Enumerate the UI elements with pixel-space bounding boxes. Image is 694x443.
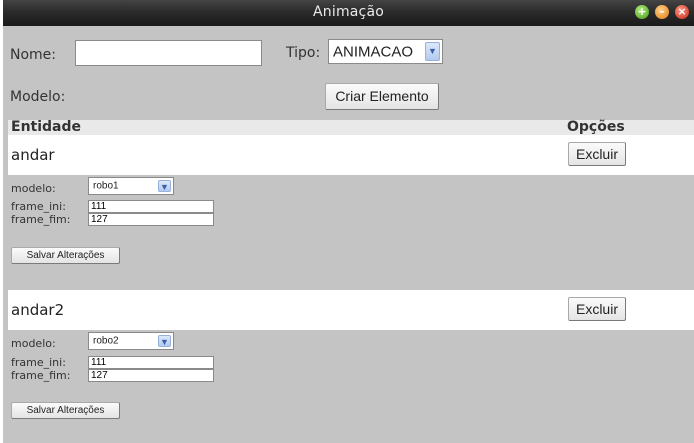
frame-ini-label: frame_ini: <box>11 356 66 369</box>
frame-fim-input[interactable]: 127 <box>88 369 214 382</box>
title-bar[interactable]: Animação + – × <box>3 0 694 26</box>
entity-name: andar <box>11 146 55 164</box>
modelo-select-value: robo1 <box>93 180 119 192</box>
modelo-select-value: robo2 <box>93 335 119 347</box>
modelo-select[interactable]: robo2 ▼ <box>88 332 174 350</box>
tipo-label: Tipo: <box>286 45 321 61</box>
modelo-label: Modelo: <box>10 89 66 105</box>
chevron-down-icon[interactable]: ▼ <box>158 335 171 347</box>
minimize-icon[interactable]: – <box>655 5 669 19</box>
frame-ini-label: frame_ini: <box>11 200 66 213</box>
modelo-field-label: modelo: <box>11 337 56 350</box>
modelo-select[interactable]: robo1 ▼ <box>88 177 174 195</box>
tipo-select-value: ANIMACAO <box>333 43 414 60</box>
animation-window: Animação + – × Nome: Tipo: ANIMACAO ▼ Mo… <box>3 0 694 443</box>
column-opcoes: Opções <box>567 119 625 135</box>
frame-ini-input[interactable]: 111 <box>88 356 214 369</box>
entity-row: andar2 Excluir <box>8 290 694 330</box>
column-entidade: Entidade <box>11 119 82 135</box>
chevron-down-icon[interactable]: ▼ <box>158 180 171 192</box>
frame-fim-label: frame_fim: <box>11 213 71 226</box>
entity-name: andar2 <box>11 301 65 319</box>
salvar-alteracoes-button[interactable]: Salvar Alterações <box>11 402 120 419</box>
frame-ini-input[interactable]: 111 <box>88 200 214 213</box>
nome-label: Nome: <box>10 47 57 63</box>
frame-fim-label: frame_fim: <box>11 369 71 382</box>
salvar-alteracoes-button[interactable]: Salvar Alterações <box>11 247 120 264</box>
tipo-select[interactable]: ANIMACAO ▼ <box>328 39 443 64</box>
criar-elemento-button[interactable]: Criar Elemento <box>325 83 439 110</box>
modelo-field-label: modelo: <box>11 182 56 195</box>
entity-row: andar Excluir <box>8 135 694 175</box>
close-icon[interactable]: × <box>675 5 689 19</box>
excluir-button[interactable]: Excluir <box>568 297 626 321</box>
frame-fim-input[interactable]: 127 <box>88 213 214 226</box>
window-title: Animação <box>313 4 384 20</box>
nome-input[interactable] <box>75 40 262 66</box>
chevron-down-icon[interactable]: ▼ <box>425 42 440 61</box>
excluir-button[interactable]: Excluir <box>568 142 626 166</box>
maximize-icon[interactable]: + <box>635 5 649 19</box>
table-header: Entidade Opções <box>8 120 694 135</box>
